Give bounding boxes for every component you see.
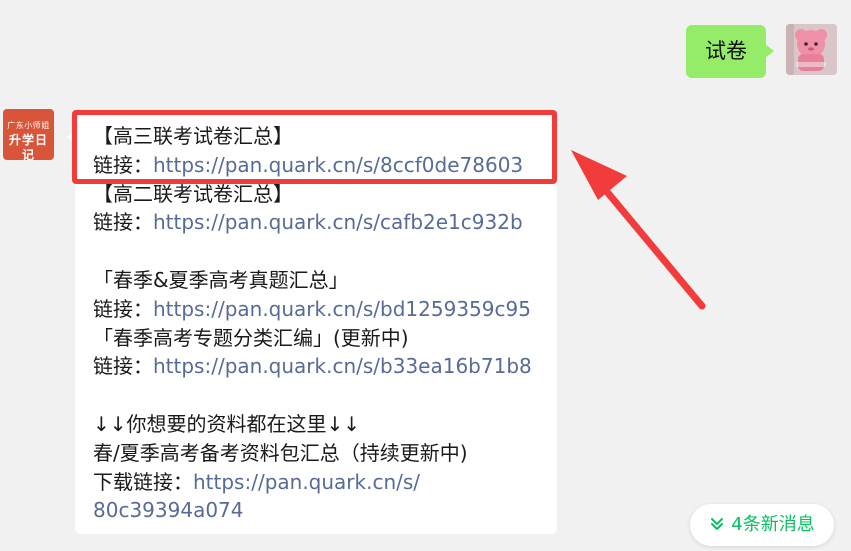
sender-avatar-line1: 广东小师姐 [7, 121, 50, 130]
sender-avatar[interactable]: 广东小师姐 升学日记 [3, 109, 54, 160]
message-line: 春/夏季高考备考资料包汇总（持续更新中) [93, 439, 532, 468]
new-messages-label: 4条新消息 [731, 514, 815, 535]
message-line: 「春季高考专题分类汇编」(更新中) [93, 324, 532, 353]
heading-text: 「春季&夏季高考真题汇总」 [93, 267, 349, 292]
incoming-message-bubble[interactable]: 【高三联考试卷汇总】 链接：https://pan.quark.cn/s/8cc… [67, 110, 557, 534]
heading-text: 【高二联考试卷汇总】 [93, 181, 293, 206]
new-messages-button[interactable]: 4条新消息 [690, 504, 834, 546]
quark-link-continued[interactable]: 80c39394a074 [93, 498, 244, 522]
link-label: 链接： [93, 152, 153, 177]
message-line: 链接：https://pan.quark.cn/s/b33ea16b71b8 [93, 352, 532, 381]
link-label: 链接： [93, 210, 153, 235]
heading-text: 春/夏季高考备考资料包汇总（持续更新中) [93, 440, 468, 465]
heading-text: 「春季高考专题分类汇编」(更新中) [93, 325, 409, 350]
message-content: 【高三联考试卷汇总】 链接：https://pan.quark.cn/s/8cc… [93, 122, 532, 525]
quark-link[interactable]: https://pan.quark.cn/s/ [193, 470, 420, 494]
message-line: 【高三联考试卷汇总】 [93, 122, 532, 151]
outgoing-message-text: 试卷 [705, 39, 747, 63]
message-line: ↓↓你想要的资料都在这里↓↓ [93, 410, 532, 439]
sender-avatar-line2: 升学日记 [8, 133, 48, 160]
quark-link[interactable]: https://pan.quark.cn/s/8ccf0de78603 [153, 153, 523, 177]
message-line: 「春季&夏季高考真题汇总」 [93, 266, 532, 295]
message-line: 下载链接：https://pan.quark.cn/s/ [93, 468, 532, 497]
message-line: 链接：https://pan.quark.cn/s/bd1259359c95 [93, 295, 532, 324]
double-chevron-down-icon [711, 517, 724, 530]
link-label: 链接： [93, 296, 153, 321]
link-label: 下载链接： [93, 469, 193, 494]
quark-link[interactable]: https://pan.quark.cn/s/bd1259359c95 [153, 297, 531, 321]
heading-text: ↓↓你想要的资料都在这里↓↓ [93, 411, 361, 436]
message-line: 80c39394a074 [93, 496, 532, 525]
outgoing-message-bubble[interactable]: 试卷 [686, 25, 774, 78]
user-avatar[interactable] [786, 24, 837, 75]
link-label: 链接： [93, 354, 153, 379]
quark-link[interactable]: https://pan.quark.cn/s/cafb2e1c932b [153, 210, 523, 234]
heading-text: 【高三联考试卷汇总】 [93, 124, 293, 148]
message-line: 【高二联考试卷汇总】 [93, 180, 532, 209]
quark-link[interactable]: https://pan.quark.cn/s/b33ea16b71b8 [153, 354, 532, 378]
message-line: 链接：https://pan.quark.cn/s/cafb2e1c932b [93, 208, 532, 237]
message-line: 链接：https://pan.quark.cn/s/8ccf0de78603 [93, 151, 532, 180]
